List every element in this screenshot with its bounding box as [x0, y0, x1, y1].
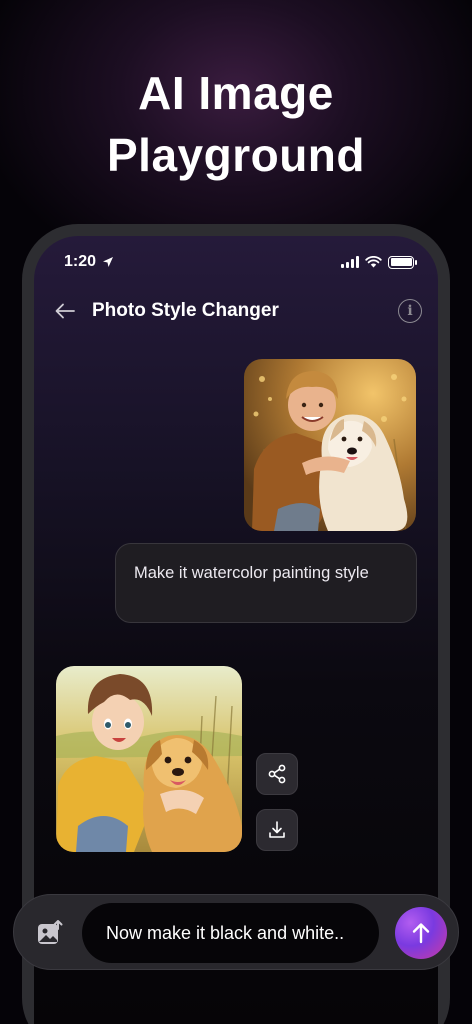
wifi-icon — [365, 256, 382, 268]
headline-line-2: Playground — [106, 129, 366, 181]
user-message-bubble: Make it watercolor painting style — [115, 543, 417, 623]
headline-line-1: AI Image — [138, 67, 334, 119]
info-icon: i — [407, 303, 413, 319]
download-icon — [269, 821, 285, 838]
arrow-left-icon — [55, 303, 75, 319]
user-uploaded-photo[interactable] — [244, 359, 416, 531]
battery-icon — [388, 255, 417, 269]
page-headline: AI Image Playground — [0, 62, 472, 186]
share-button[interactable] — [256, 753, 298, 795]
location-arrow-icon — [103, 257, 114, 267]
page-title: Photo Style Changer — [92, 300, 279, 321]
share-icon — [268, 764, 286, 784]
app-bar: Photo Style Changer i — [52, 296, 422, 326]
prompt-composer: Now make it black and white.. — [13, 894, 459, 970]
user-message-text: Make it watercolor painting style — [134, 564, 369, 582]
info-button[interactable]: i — [398, 299, 422, 323]
send-button[interactable] — [395, 907, 447, 959]
prompt-input[interactable]: Now make it black and white.. — [82, 903, 379, 963]
signal-bars-icon — [341, 256, 359, 268]
prompt-input-text: Now make it black and white.. — [106, 922, 345, 943]
status-bar: 1:20 — [64, 252, 417, 272]
download-button[interactable] — [256, 809, 298, 851]
arrow-up-icon — [412, 923, 430, 944]
boy-with-dog-photo — [244, 359, 416, 531]
status-time: 1:20 — [64, 253, 97, 270]
watercolor-boy-with-dog — [56, 666, 242, 852]
image-upload-icon — [38, 920, 63, 944]
image-upload-button[interactable] — [34, 917, 66, 949]
ai-generated-image[interactable] — [56, 666, 242, 852]
back-button[interactable] — [52, 298, 78, 324]
